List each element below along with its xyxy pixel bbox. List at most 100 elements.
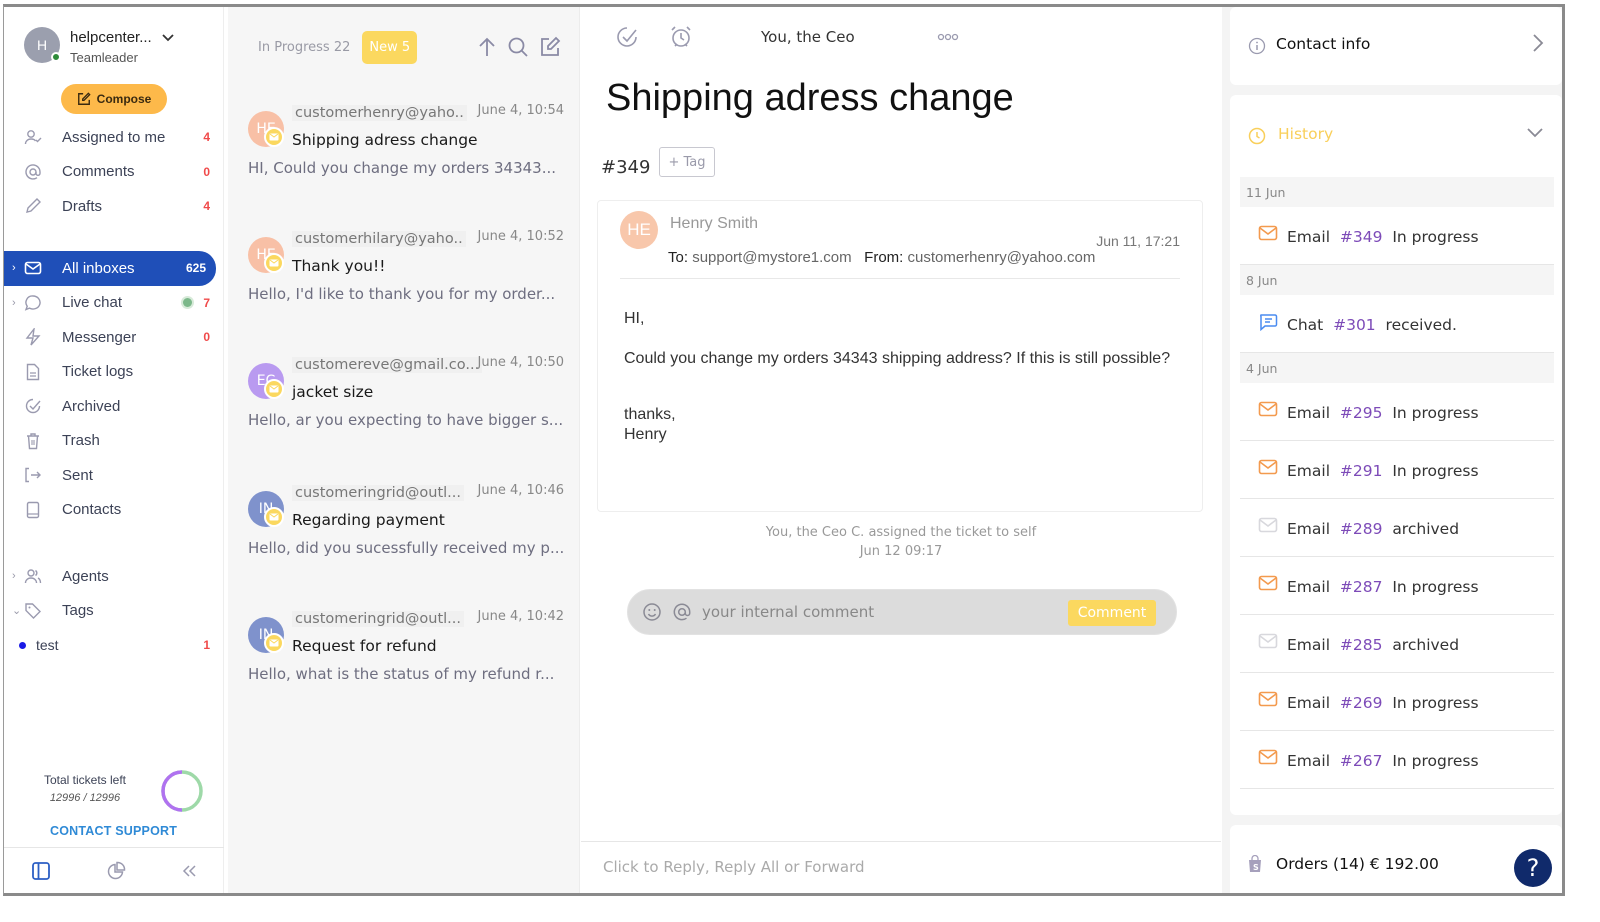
history-ticket-link[interactable]: #291 — [1340, 462, 1383, 480]
history-ticket-link[interactable]: #287 — [1340, 578, 1383, 596]
panel-layout-icon[interactable] — [31, 861, 51, 881]
history-ticket-link[interactable]: #349 — [1340, 228, 1383, 246]
history-item[interactable]: Email #285 archived — [1240, 615, 1554, 673]
emoji-icon[interactable] — [642, 602, 662, 622]
sidebar-item-label: Assigned to me — [62, 128, 166, 146]
tickets-progress-ring — [161, 770, 203, 812]
history-status: In progress — [1392, 694, 1479, 712]
chevron-down-icon[interactable]: ⌄ — [12, 604, 21, 617]
history-status: In progress — [1392, 752, 1479, 770]
history-header[interactable]: History — [1248, 125, 1544, 149]
nav-groups: › Agents ⌄ Tags test 1 — [4, 559, 224, 663]
tag-item-test[interactable]: test 1 — [4, 628, 224, 663]
history-ticket-link[interactable]: #289 — [1340, 520, 1383, 538]
email-archived-icon — [1258, 517, 1278, 533]
sidebar-item-trash[interactable]: Trash — [4, 424, 224, 459]
orders-card[interactable]: S Orders (14) € 192.00 ? — [1230, 825, 1562, 893]
chevron-down-icon[interactable] — [162, 33, 174, 42]
reply-hint[interactable]: Click to Reply, Reply All or Forward — [603, 858, 865, 876]
conversation-preview: Hello, what is the status of my refund r… — [248, 665, 555, 683]
compose-label: Compose — [96, 92, 152, 106]
collapse-sidebar-icon[interactable] — [181, 864, 197, 878]
online-status-dot — [51, 52, 61, 62]
sidebar-item-messenger[interactable]: Messenger 0 — [4, 320, 224, 355]
sidebar-footer — [4, 847, 224, 893]
count-badge: 7 — [203, 295, 210, 310]
conversation-subject: jacket size — [292, 383, 374, 401]
help-button[interactable]: ? — [1514, 849, 1552, 887]
sidebar-item-archived[interactable]: Archived — [4, 389, 224, 424]
compose-button[interactable]: Compose — [61, 84, 167, 114]
history-item[interactable]: Chat #301 received. — [1240, 295, 1554, 353]
conversation-email: customerhenry@yaho.. — [292, 105, 467, 121]
sidebar-item-contacts[interactable]: Contacts — [4, 493, 224, 528]
count-badge: 0 — [203, 164, 210, 179]
conversation-item[interactable]: HEcustomerhenry@yaho..June 4, 10:54Shipp… — [248, 103, 568, 211]
sidebar-item-live-chat[interactable]: › Live chat 7 — [4, 286, 224, 321]
email-icon — [1258, 401, 1278, 417]
email-channel-icon — [264, 253, 284, 273]
history-item[interactable]: Email #291 In progress — [1240, 441, 1554, 499]
history-item[interactable]: Email #267 In progress — [1240, 731, 1554, 789]
sidebar-item-all-inboxes[interactable]: › All inboxes 625 — [4, 251, 216, 286]
add-tag-button[interactable]: + Tag — [659, 147, 715, 177]
history-ticket-link[interactable]: #285 — [1340, 636, 1383, 654]
history-item[interactable]: Email #349 In progress — [1240, 207, 1554, 265]
sidebar: H helpcenter... Teamleader Compose Assig… — [4, 7, 224, 893]
email-channel-icon — [264, 127, 284, 147]
sort-arrow-up-icon[interactable] — [477, 36, 497, 58]
history-item[interactable]: Email #295 In progress — [1240, 383, 1554, 441]
details-panel: Contact info History 11 Jun Email #349 In… — [1222, 7, 1562, 893]
history-status: In progress — [1392, 228, 1479, 246]
chevron-down-icon[interactable] — [1526, 127, 1544, 139]
reply-bar[interactable]: Click to Reply, Reply All or Forward — [581, 841, 1221, 893]
chevron-right-icon[interactable] — [1532, 33, 1544, 53]
sender-name: Henry Smith — [670, 215, 759, 232]
resolve-check-icon[interactable] — [615, 25, 639, 49]
sidebar-item-drafts[interactable]: Drafts 4 — [4, 189, 224, 224]
history-item[interactable]: Email #269 In progress — [1240, 673, 1554, 731]
history-ticket-link[interactable]: #301 — [1333, 316, 1376, 334]
tag-color-dot — [19, 641, 26, 649]
pie-chart-icon[interactable] — [106, 861, 126, 881]
conversation-item[interactable]: ECcustomereve@gmail.co...June 4, 10:50ja… — [248, 355, 568, 463]
comment-input[interactable] — [702, 598, 1062, 626]
list-header: In Progress 22 New 5 — [258, 29, 561, 65]
mail-icon — [24, 259, 42, 277]
tab-in-progress[interactable]: In Progress 22 — [258, 40, 350, 55]
history-text: Email #269 In progress — [1287, 694, 1479, 712]
history-ticket-link[interactable]: #267 — [1340, 752, 1383, 770]
user-role: Teamleader — [70, 50, 138, 65]
assignee-selector[interactable]: You, the Ceo — [761, 28, 855, 46]
search-icon[interactable] — [507, 36, 529, 58]
conversation-item[interactable]: HEcustomerhilary@yaho..June 4, 10:52Than… — [248, 229, 568, 337]
history-ticket-link[interactable]: #269 — [1340, 694, 1383, 712]
alarm-clock-icon[interactable] — [669, 25, 693, 49]
sidebar-item-agents[interactable]: › Agents — [4, 559, 224, 594]
history-item[interactable]: Email #289 archived — [1240, 499, 1554, 557]
nav-personal: Assigned to me 4 Comments 0 Drafts 4 — [4, 120, 224, 224]
more-options-icon[interactable] — [937, 33, 959, 41]
tab-new[interactable]: New 5 — [362, 30, 418, 64]
sidebar-item-comments[interactable]: Comments 0 — [4, 155, 224, 190]
history-ticket-link[interactable]: #295 — [1340, 404, 1383, 422]
conversation-item[interactable]: INcustomeringrid@outl...June 4, 10:42Req… — [248, 609, 568, 717]
chevron-right-icon[interactable]: › — [12, 570, 16, 582]
new-message-icon[interactable] — [539, 36, 561, 58]
sidebar-item-assigned[interactable]: Assigned to me 4 — [4, 120, 224, 155]
history-item[interactable]: Email #287 In progress — [1240, 557, 1554, 615]
contact-info-card[interactable]: Contact info — [1230, 7, 1562, 85]
sidebar-item-ticket-logs[interactable]: Ticket logs — [4, 355, 224, 390]
chevron-right-icon[interactable]: › — [12, 262, 16, 274]
sidebar-item-tags[interactable]: ⌄ Tags — [4, 594, 224, 629]
mention-at-icon[interactable] — [672, 602, 692, 622]
conversation-item[interactable]: INcustomeringrid@outl...June 4, 10:46Reg… — [248, 483, 568, 591]
sidebar-item-sent[interactable]: Sent — [4, 458, 224, 493]
email-message: HE Henry Smith Jun 11, 17:21 To: support… — [597, 200, 1203, 512]
chevron-right-icon[interactable]: › — [12, 297, 16, 309]
history-text: Email #289 archived — [1287, 520, 1459, 538]
contact-support-link[interactable]: CONTACT SUPPORT — [50, 824, 177, 838]
pencil-icon — [24, 197, 42, 215]
comment-button[interactable]: Comment — [1068, 600, 1156, 626]
user-menu[interactable]: H helpcenter... Teamleader — [24, 27, 174, 65]
